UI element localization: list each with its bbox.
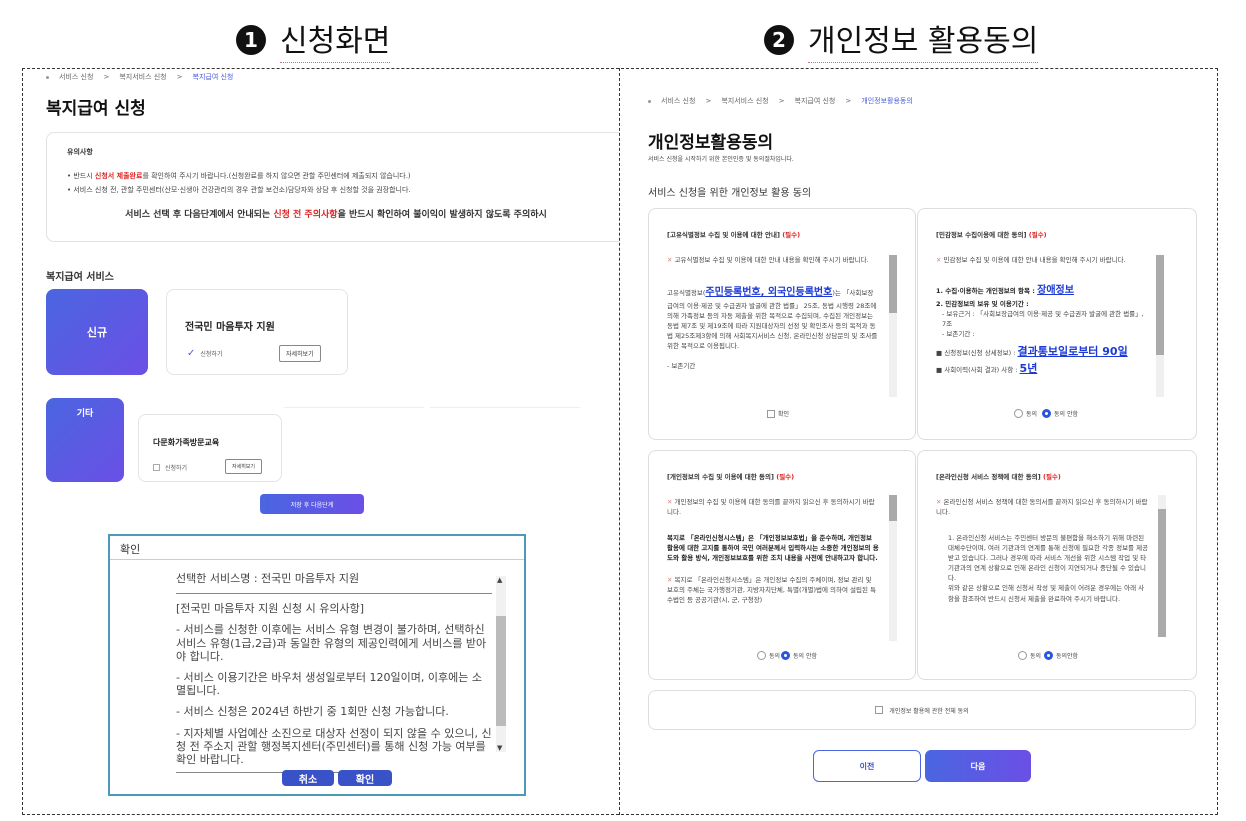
detail-button[interactable]: 자세히보기 [279, 345, 321, 362]
apply-checkbox[interactable]: 신청하기 [153, 463, 187, 472]
service-card-mind: 전국민 마음투자 지원 ✓ 신청하기 자세히보기 [166, 289, 348, 375]
breadcrumb-item[interactable]: 복지급여 신청 [795, 96, 836, 106]
consent-box-header: [온라인신청 서비스 정책에 대한 동의] (필수) [936, 473, 1061, 481]
section-title-consent: 개인정보 활용동의 [808, 16, 1039, 63]
consent-box-header: [고유식별정보 수집 및 이용에 대한 안내] (필수) [667, 231, 801, 239]
breadcrumb: 서비스 신청 > 복지서비스 신청 > 복지급여 신청 > 개인정보활용동의 [648, 96, 913, 106]
consent-box-content: ✕ 개인정보의 수집 및 이용에 대한 동의를 끝까지 읽으신 후 동의하시기 … [667, 498, 879, 605]
dialog-caution-item: - 서비스 이용기간은 바우처 생성일로부터 120일이며, 이후에는 소멸됩니… [176, 670, 482, 698]
all-agree-checkbox[interactable]: 개인정보 활용에 관한 전체 동의 [648, 690, 1196, 730]
section-title-apply: 신청화면 [280, 16, 391, 63]
dialog-caution-item: - 서비스 신청은 2024년 하반기 중 1회만 신청 가능합니다. [176, 705, 449, 719]
consent-scrollbar[interactable] [889, 495, 897, 641]
close-icon: ✕ [667, 576, 673, 585]
radio-icon [1014, 409, 1023, 418]
step-number-1: 1 [236, 24, 266, 55]
scroll-up-icon: ▲ [497, 576, 503, 584]
dialog-caution-item: - 지자체별 사업예산 소진으로 대상자 선정이 되지 않을 수 있으니, 신청… [176, 726, 492, 766]
apply-checkbox[interactable]: ✓ 신청하기 [187, 348, 222, 359]
section-heading-apply: 1 신청화면 [236, 16, 391, 63]
consent-box-unique-id: [고유식별정보 수집 및 이용에 대한 안내] (필수) ✕ 고유식별정보 수집… [648, 208, 916, 440]
consent-box-sensitive: [민감정보 수집이용에 대한 동의] (필수) ✕ 민감정보 수집 및 이용에 … [917, 208, 1197, 440]
consent-box-content: ✕ 고유식별정보 수집 및 이용에 대한 안내 내용을 확인해 주시기 바랍니다… [667, 256, 878, 370]
page-title: 개인정보활용동의 [648, 133, 774, 153]
service-card-title: 다문화가족방문교육 [153, 438, 220, 447]
check-icon: ✓ [187, 348, 196, 359]
radio-selected-icon [1044, 651, 1053, 660]
consent-box-personal: [개인정보의 수집 및 이용에 대한 동의] (필수) ✕ 개인정보의 수집 및… [648, 450, 916, 680]
agree-radio[interactable]: 동의 [1018, 651, 1041, 660]
consent-scrollbar[interactable] [1156, 255, 1164, 397]
radio-selected-icon [781, 651, 790, 660]
notice-heading: 유의사항 [67, 148, 93, 156]
section-heading-consent: 2 개인정보 활용동의 [764, 16, 1039, 63]
checkbox-icon [875, 706, 884, 714]
radio-icon [757, 651, 766, 660]
consent-box-content: ✕ 온라인신청 서비스 정책에 대한 동의서를 끝까지 읽으신 후 동의하시기 … [936, 498, 1149, 603]
detail-button[interactable]: 자세히보기 [225, 459, 263, 474]
notice-box: 유의사항 • 반드시 신청서 제출완료를 확인하여 주시기 바랍니다.(신청완료… [46, 132, 619, 242]
scroll-down-icon: ▼ [497, 744, 503, 752]
apply-screen: 서비스 신청 > 복지서비스 신청 > 복지급여 신청 복지급여 신청 유의사항… [22, 68, 619, 815]
service-section-label: 복지급여 서비스 [46, 272, 114, 283]
breadcrumb-item[interactable]: 서비스 신청 [59, 72, 93, 82]
step-number-2: 2 [764, 24, 794, 55]
close-icon: ✕ [936, 256, 942, 264]
notice-warning: 서비스 선택 후 다음단계에서 안내되는 신청 전 주의사항을 반드시 확인하여… [125, 210, 547, 220]
notice-line-2: • 서비스 신청 전, 관할 주민센터(산모·신생아 건강관리의 경우 관할 보… [67, 186, 411, 194]
dialog-body: 선택한 서비스명 : 전국민 마음투자 지원 [전국민 마음투자 지원 신청 시… [176, 572, 492, 774]
section-title: 서비스 신청을 위한 개인정보 활용 동의 [648, 188, 812, 199]
tab-new[interactable]: 신규 [46, 289, 148, 375]
breadcrumb-item[interactable]: 서비스 신청 [661, 96, 695, 106]
disagree-radio[interactable]: 동의 안함 [1042, 409, 1078, 418]
close-icon: ✕ [936, 498, 942, 506]
disagree-radio[interactable]: 동의 안함 [781, 651, 817, 660]
save-next-button[interactable]: 저장 후 다음단계 [260, 494, 364, 514]
agree-radio[interactable]: 동의 [757, 651, 780, 660]
consent-box-header: [개인정보의 수집 및 이용에 대한 동의] (필수) [667, 473, 795, 481]
tab-other[interactable]: 기타 [46, 398, 124, 482]
dialog-caution-title: [전국민 마음투자 지원 신청 시 유의사항] [176, 602, 364, 616]
consent-box-content: ✕ 민감정보 수집 및 이용에 대한 안내 내용을 확인해 주시기 바랍니다. … [936, 256, 1144, 375]
dialog-service-name: 선택한 서비스명 : 전국민 마음투자 지원 [176, 572, 360, 585]
close-icon: ✕ [667, 256, 673, 264]
prev-button[interactable]: 이전 [813, 750, 921, 782]
confirm-dialog: 확인 선택한 서비스명 : 전국민 마음투자 지원 [전국민 마음투자 지원 신… [108, 534, 526, 796]
dialog-caution-item: - 서비스를 신청한 이후에는 서비스 유형 변경이 불가하며, 선택하신 서비… [176, 623, 487, 663]
breadcrumb: 서비스 신청 > 복지서비스 신청 > 복지급여 신청 [46, 72, 233, 82]
checkbox-icon [153, 464, 160, 471]
consent-scrollbar[interactable] [1158, 495, 1166, 637]
page-subtitle: 서비스 신청을 시작하기 위한 본인인증 및 동의절차입니다. [648, 156, 794, 163]
page-title: 복지급여 신청 [46, 99, 146, 119]
breadcrumb-item[interactable]: 복지서비스 신청 [119, 72, 166, 82]
confirm-checkbox[interactable]: 확인 [767, 409, 789, 418]
consent-box-header: [민감정보 수집이용에 대한 동의] (필수) [936, 231, 1047, 239]
cancel-button[interactable]: 취소 [282, 770, 334, 786]
next-button[interactable]: 다음 [925, 750, 1031, 782]
service-card-title: 전국민 마음투자 지원 [185, 322, 275, 333]
radio-icon [1018, 651, 1027, 660]
breadcrumb-item[interactable]: 복지서비스 신청 [721, 96, 768, 106]
agree-radio[interactable]: 동의 [1014, 409, 1037, 418]
radio-selected-icon [1042, 409, 1051, 418]
close-icon: ✕ [667, 498, 673, 506]
checkbox-icon [767, 409, 775, 418]
consent-box-online-policy: [온라인신청 서비스 정책에 대한 동의] (필수) ✕ 온라인신청 서비스 정… [917, 450, 1197, 680]
breadcrumb-current: 개인정보활용동의 [861, 97, 913, 105]
breadcrumb-current: 복지급여 신청 [192, 73, 234, 81]
dialog-scrollbar[interactable]: ▲ ▼ [496, 576, 506, 752]
dialog-header: 확인 [110, 536, 524, 560]
disagree-radio[interactable]: 동의안함 [1044, 651, 1078, 660]
confirm-button[interactable]: 확인 [338, 770, 392, 786]
consent-scrollbar[interactable] [889, 255, 897, 397]
consent-screen: 서비스 신청 > 복지서비스 신청 > 복지급여 신청 > 개인정보활용동의 개… [620, 68, 1218, 815]
notice-line-1: • 반드시 신청서 제출완료를 확인하여 주시기 바랍니다.(신청완료를 하지 … [67, 172, 411, 180]
service-card-multicultural: 다문화가족방문교육 신청하기 자세히보기 [138, 414, 282, 482]
